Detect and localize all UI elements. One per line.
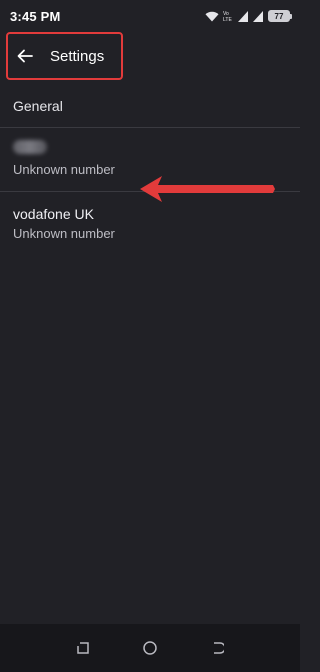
battery-icon: 77	[268, 10, 292, 22]
list-item-title: vodafone UK	[13, 206, 94, 222]
list-item-subtitle: Unknown number	[13, 226, 115, 241]
list-item-subtitle: Unknown number	[13, 162, 115, 177]
status-time: 3:45 PM	[10, 8, 61, 24]
system-nav-bar	[0, 624, 300, 672]
back-arrow-icon[interactable]	[16, 47, 34, 65]
list-item-unknown-blurred[interactable]: Unknown number	[0, 128, 300, 192]
settings-header-highlight: Settings	[6, 32, 123, 80]
wifi-icon	[205, 11, 219, 22]
settings-list: General Unknown number vodafone UK Unkno…	[0, 88, 300, 260]
volte-icon: Vo LTE	[223, 10, 234, 22]
list-item-vodafone[interactable]: vodafone UK Unknown number	[0, 192, 300, 260]
svg-text:LTE: LTE	[223, 17, 232, 22]
list-item-general[interactable]: General	[0, 88, 300, 128]
home-icon[interactable]	[136, 634, 164, 662]
page-title: Settings	[50, 47, 105, 65]
recents-icon[interactable]	[69, 634, 97, 662]
blurred-name	[13, 140, 47, 154]
back-icon[interactable]	[203, 634, 231, 662]
signal-icon	[253, 10, 264, 22]
status-bar: 3:45 PM Vo LTE 77	[0, 0, 300, 32]
signal-icon	[238, 10, 249, 22]
status-icons: Vo LTE 77	[205, 10, 292, 22]
